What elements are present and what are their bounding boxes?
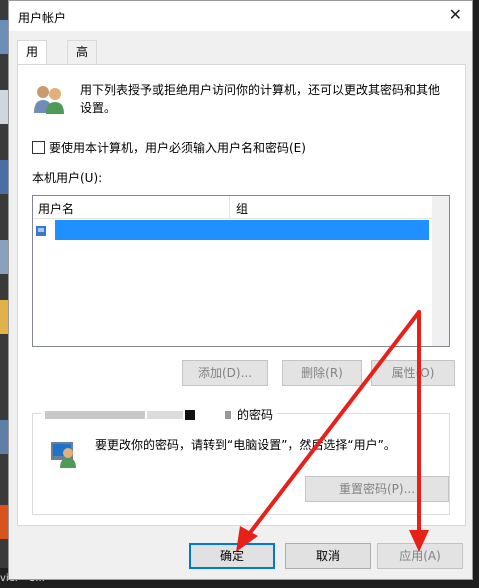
password-group-title: 的密码 [41, 406, 278, 423]
table-row[interactable] [33, 218, 449, 244]
require-login-row[interactable]: 要使用本计算机，用户必须输入用户名和密码(E) [32, 139, 306, 156]
column-separator[interactable] [229, 196, 230, 218]
apply-button[interactable]: 应用(A) [377, 543, 463, 569]
user-password-icon [51, 442, 76, 468]
remove-user-button[interactable]: 删除(R) [282, 360, 362, 386]
redacted-name [45, 410, 145, 419]
redacted-name [185, 409, 195, 420]
cancel-button[interactable]: 取消 [285, 543, 371, 569]
user-icon [36, 226, 46, 236]
close-icon[interactable]: ✕ [449, 6, 462, 24]
redacted-user-entry [55, 220, 429, 240]
reset-password-button[interactable]: 重置密码(P)... [305, 476, 449, 502]
add-user-button[interactable]: 添加(D)... [182, 360, 268, 386]
redacted-name [225, 410, 231, 419]
dialog-title: 用户帐户 [18, 11, 67, 25]
intro-text: 用下列表授予或拒绝用户访问你的计算机，还可以更改其密码和其他设置。 [80, 83, 441, 115]
user-list-label: 本机用户(U): [32, 171, 103, 185]
listview-scrollbar[interactable] [432, 196, 449, 346]
redacted-name [147, 410, 183, 419]
user-listview[interactable]: 用户名 组 [32, 195, 450, 347]
tab-advanced[interactable]: 高级 [67, 40, 98, 81]
users-tab-panel: 用下列表授予或拒绝用户访问你的计算机，还可以更改其密码和其他设置。 要使用本计算… [17, 64, 466, 526]
column-group[interactable]: 组 [236, 200, 248, 217]
desktop-background-right [473, 0, 479, 588]
require-login-checkbox[interactable] [32, 141, 45, 154]
listview-header: 用户名 组 [33, 196, 449, 219]
password-groupbox: 的密码 要更改你的密码，请转到“电脑设置”，然后选择“用户”。 重置密码(P).… [32, 406, 450, 515]
users-group-icon [34, 86, 64, 114]
password-group-title-text: 的密码 [237, 408, 274, 422]
properties-button[interactable]: 属性(O) [371, 360, 455, 386]
require-login-label[interactable]: 要使用本计算机，用户必须输入用户名和密码(E) [49, 139, 306, 156]
password-help-text: 要更改你的密码，请转到“电脑设置”，然后选择“用户”。 [95, 438, 396, 452]
title-bar[interactable]: 用户帐户 ✕ [9, 1, 472, 31]
user-accounts-dialog: 用户帐户 ✕ 用户 高级 用下列表授予或拒绝用户访问你的计算机，还可以更改其密码… [8, 0, 473, 580]
tab-users[interactable]: 用户 [17, 40, 48, 81]
column-username[interactable]: 用户名 [38, 200, 74, 217]
ok-button[interactable]: 确定 [189, 543, 275, 569]
